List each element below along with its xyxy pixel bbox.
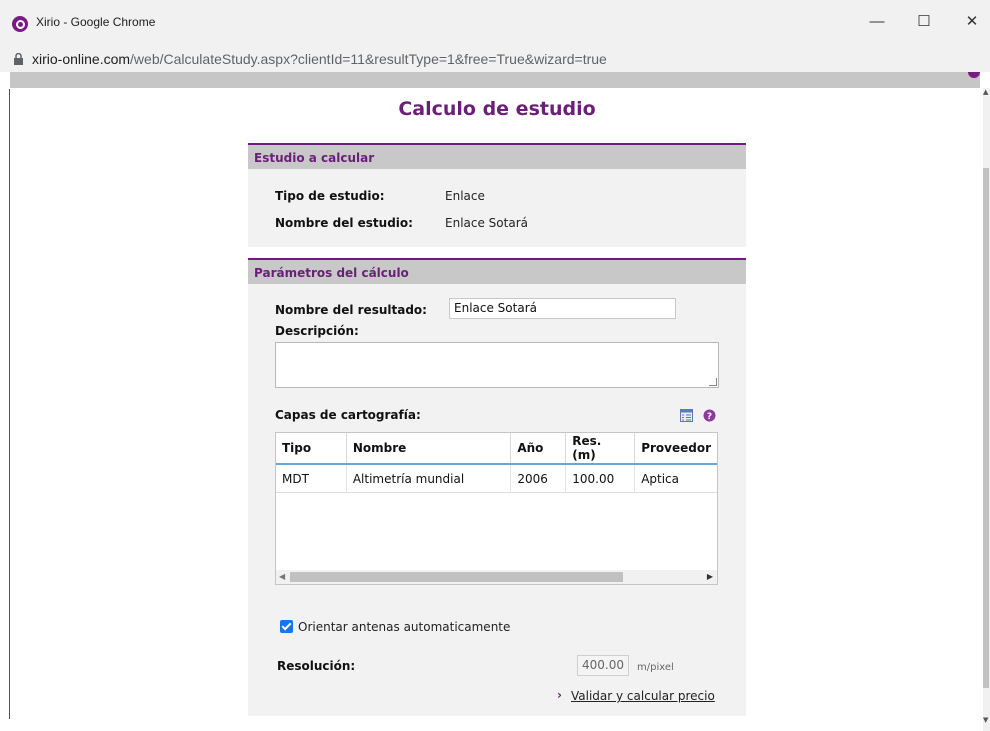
column-header-ano[interactable]: Año bbox=[510, 433, 567, 465]
xirio-app-icon bbox=[12, 16, 28, 32]
study-type-value: Enlace bbox=[445, 189, 485, 203]
layers-table: Tipo Nombre Año Res. (m) Proveedor MDT A… bbox=[275, 432, 718, 585]
column-header-res[interactable]: Res. (m) bbox=[565, 433, 636, 465]
url-host: xirio-online.com bbox=[32, 51, 131, 67]
close-button[interactable]: ✕ bbox=[962, 12, 982, 32]
study-name-value: Enlace Sotará bbox=[445, 216, 528, 230]
lock-icon bbox=[14, 53, 23, 65]
left-border bbox=[9, 89, 10, 719]
study-section-header: Estudio a calcular bbox=[248, 143, 746, 169]
table-scroll-thumb[interactable] bbox=[290, 572, 623, 582]
url-path: /web/CalculateStudy.aspx?clientId=11&res… bbox=[130, 51, 607, 67]
cell-tipo: MDT bbox=[276, 464, 347, 493]
page-scrollbar[interactable]: ▲ ▼ bbox=[983, 88, 990, 731]
top-strip bbox=[10, 72, 980, 88]
study-type-label: Tipo de estudio: bbox=[275, 189, 385, 203]
resolution-input[interactable]: 400.00 bbox=[577, 655, 629, 676]
help-icon-top[interactable] bbox=[968, 72, 980, 78]
cell-proveedor: Aptica bbox=[634, 464, 717, 493]
column-header-nombre[interactable]: Nombre bbox=[346, 433, 512, 465]
result-name-label: Nombre del resultado: bbox=[275, 303, 427, 317]
svg-text:?: ? bbox=[707, 412, 712, 422]
cell-nombre: Altimetría mundial bbox=[346, 464, 512, 493]
validate-calculate-link[interactable]: Validar y calcular precio bbox=[571, 689, 715, 703]
table-horizontal-scrollbar[interactable]: ◀ ▶ bbox=[276, 570, 717, 584]
study-name-label: Nombre del estudio: bbox=[275, 216, 413, 230]
window-title: Xirio - Google Chrome bbox=[36, 15, 156, 29]
resize-handle-icon[interactable] bbox=[709, 378, 717, 386]
page-title: Calculo de estudio bbox=[398, 98, 596, 120]
auto-orient-label[interactable]: Orientar antenas automaticamente bbox=[298, 620, 510, 634]
column-header-proveedor[interactable]: Proveedor bbox=[634, 433, 717, 465]
help-icon[interactable]: ? bbox=[703, 409, 716, 422]
cell-res: 100.00 bbox=[565, 464, 636, 493]
table-row[interactable]: MDT Altimetría mundial 2006 100.00 Aptic… bbox=[276, 464, 717, 493]
cell-ano: 2006 bbox=[510, 464, 567, 493]
description-textarea[interactable] bbox=[275, 342, 719, 388]
url-text[interactable]: xirio-online.com/web/CalculateStudy.aspx… bbox=[32, 51, 607, 67]
chevron-right-icon: › bbox=[557, 688, 562, 702]
browser-title-bar: Xirio - Google Chrome — ☐ ✕ bbox=[0, 0, 990, 48]
scroll-right-arrow-icon[interactable]: ▶ bbox=[707, 570, 713, 584]
scroll-down-arrow-icon[interactable]: ▼ bbox=[983, 716, 988, 724]
resolution-unit: m/pixel bbox=[637, 662, 674, 673]
scroll-left-arrow-icon[interactable]: ◀ bbox=[279, 570, 285, 584]
column-header-tipo[interactable]: Tipo bbox=[276, 433, 347, 465]
scroll-up-arrow-icon[interactable]: ▲ bbox=[983, 88, 988, 96]
address-bar[interactable]: xirio-online.com/web/CalculateStudy.aspx… bbox=[0, 48, 990, 72]
description-label: Descripción: bbox=[275, 324, 359, 338]
resolution-label: Resolución: bbox=[277, 659, 356, 673]
params-section-header: Parámetros del cálculo bbox=[248, 258, 746, 284]
layers-label: Capas de cartografía: bbox=[275, 408, 421, 422]
auto-orient-checkbox[interactable] bbox=[280, 620, 293, 633]
maximize-button[interactable]: ☐ bbox=[914, 12, 934, 32]
scrollbar-thumb[interactable] bbox=[983, 168, 989, 688]
minimize-button[interactable]: — bbox=[867, 12, 887, 32]
result-name-input[interactable]: Enlace Sotará bbox=[449, 298, 676, 319]
layer-list-icon[interactable] bbox=[680, 409, 693, 422]
cut-off-breadcrumb bbox=[18, 72, 22, 77]
